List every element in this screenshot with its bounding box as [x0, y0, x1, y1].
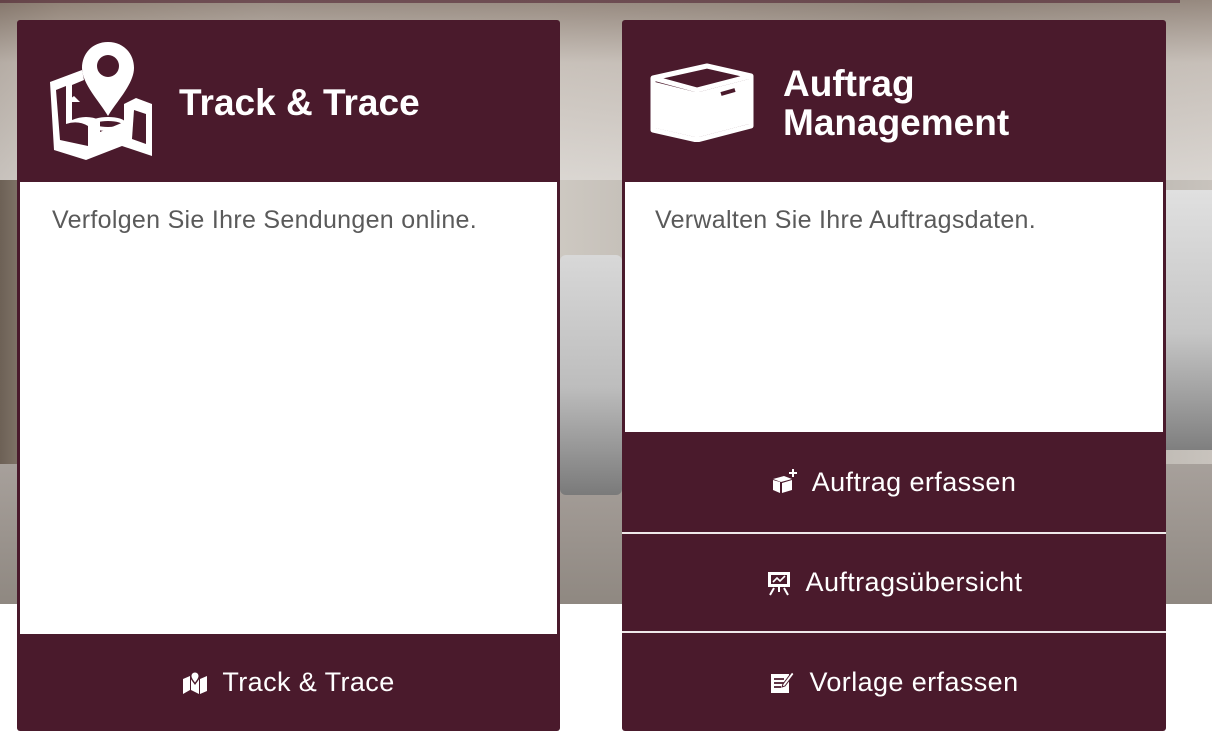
order-management-card: Auftrag Management Verwalten Sie Ihre Au… [622, 20, 1166, 731]
order-management-title-line1: Auftrag [783, 63, 915, 104]
track-trace-button[interactable]: Track & Trace [17, 634, 560, 731]
track-trace-body: Verfolgen Sie Ihre Sendungen online. [20, 182, 557, 634]
map-pin-icon [50, 42, 152, 160]
create-template-label: Vorlage erfassen [809, 666, 1019, 697]
create-order-button[interactable]: Auftrag erfassen [622, 432, 1166, 534]
order-overview-button[interactable]: Auftragsübersicht [622, 534, 1166, 633]
template-edit-icon [771, 671, 796, 693]
order-management-description: Verwalten Sie Ihre Auftragsdaten. [655, 206, 1036, 234]
create-template-button[interactable]: Vorlage erfassen [622, 633, 1166, 731]
track-trace-button-label: Track & Trace [222, 667, 395, 697]
map-pin-icon [183, 670, 208, 694]
top-accent-line [0, 0, 1180, 3]
track-trace-card-header: Track & Trace [17, 20, 560, 182]
order-management-body: Verwalten Sie Ihre Auftragsdaten. [625, 182, 1163, 432]
track-trace-title: Track & Trace [179, 82, 420, 123]
create-order-label: Auftrag erfassen [811, 466, 1017, 497]
box-plus-icon [772, 469, 797, 493]
order-overview-label: Auftragsübersicht [805, 567, 1023, 597]
box-icon [650, 63, 754, 142]
background-truck-right [1166, 190, 1212, 450]
order-management-title-line2: Management [783, 101, 1010, 143]
order-management-card-header: Auftrag Management [622, 20, 1166, 182]
background-truck [560, 255, 622, 495]
presentation-board-icon [767, 571, 790, 595]
track-trace-card: Track & Trace Verfolgen Sie Ihre Sendung… [17, 20, 560, 731]
track-trace-description: Verfolgen Sie Ihre Sendungen online. [52, 206, 478, 234]
order-management-title: Auftrag Management [783, 63, 1010, 143]
